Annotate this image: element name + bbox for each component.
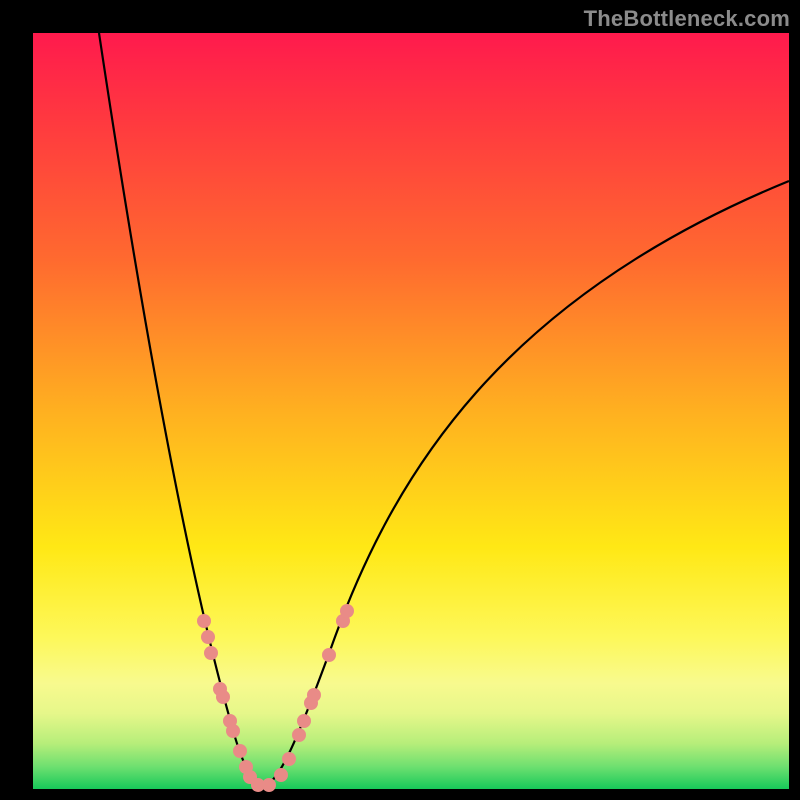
curve-left-branch (99, 33, 263, 786)
curve-dots (197, 604, 354, 792)
curve-dot (340, 604, 354, 618)
chart-frame: TheBottleneck.com (0, 0, 800, 800)
curve-dot (226, 724, 240, 738)
curve-dot (292, 728, 306, 742)
curve-dot (201, 630, 215, 644)
curve-dot (297, 714, 311, 728)
watermark-text: TheBottleneck.com (584, 6, 790, 32)
bottleneck-curve-layer (33, 33, 789, 789)
curve-dot (262, 778, 276, 792)
curve-dot (274, 768, 288, 782)
curve-right-branch (263, 181, 789, 786)
curve-dot (233, 744, 247, 758)
curve-dot (282, 752, 296, 766)
curve-dot (197, 614, 211, 628)
curve-dot (322, 648, 336, 662)
curve-dot (216, 690, 230, 704)
curve-dot (204, 646, 218, 660)
curve-dot (307, 688, 321, 702)
